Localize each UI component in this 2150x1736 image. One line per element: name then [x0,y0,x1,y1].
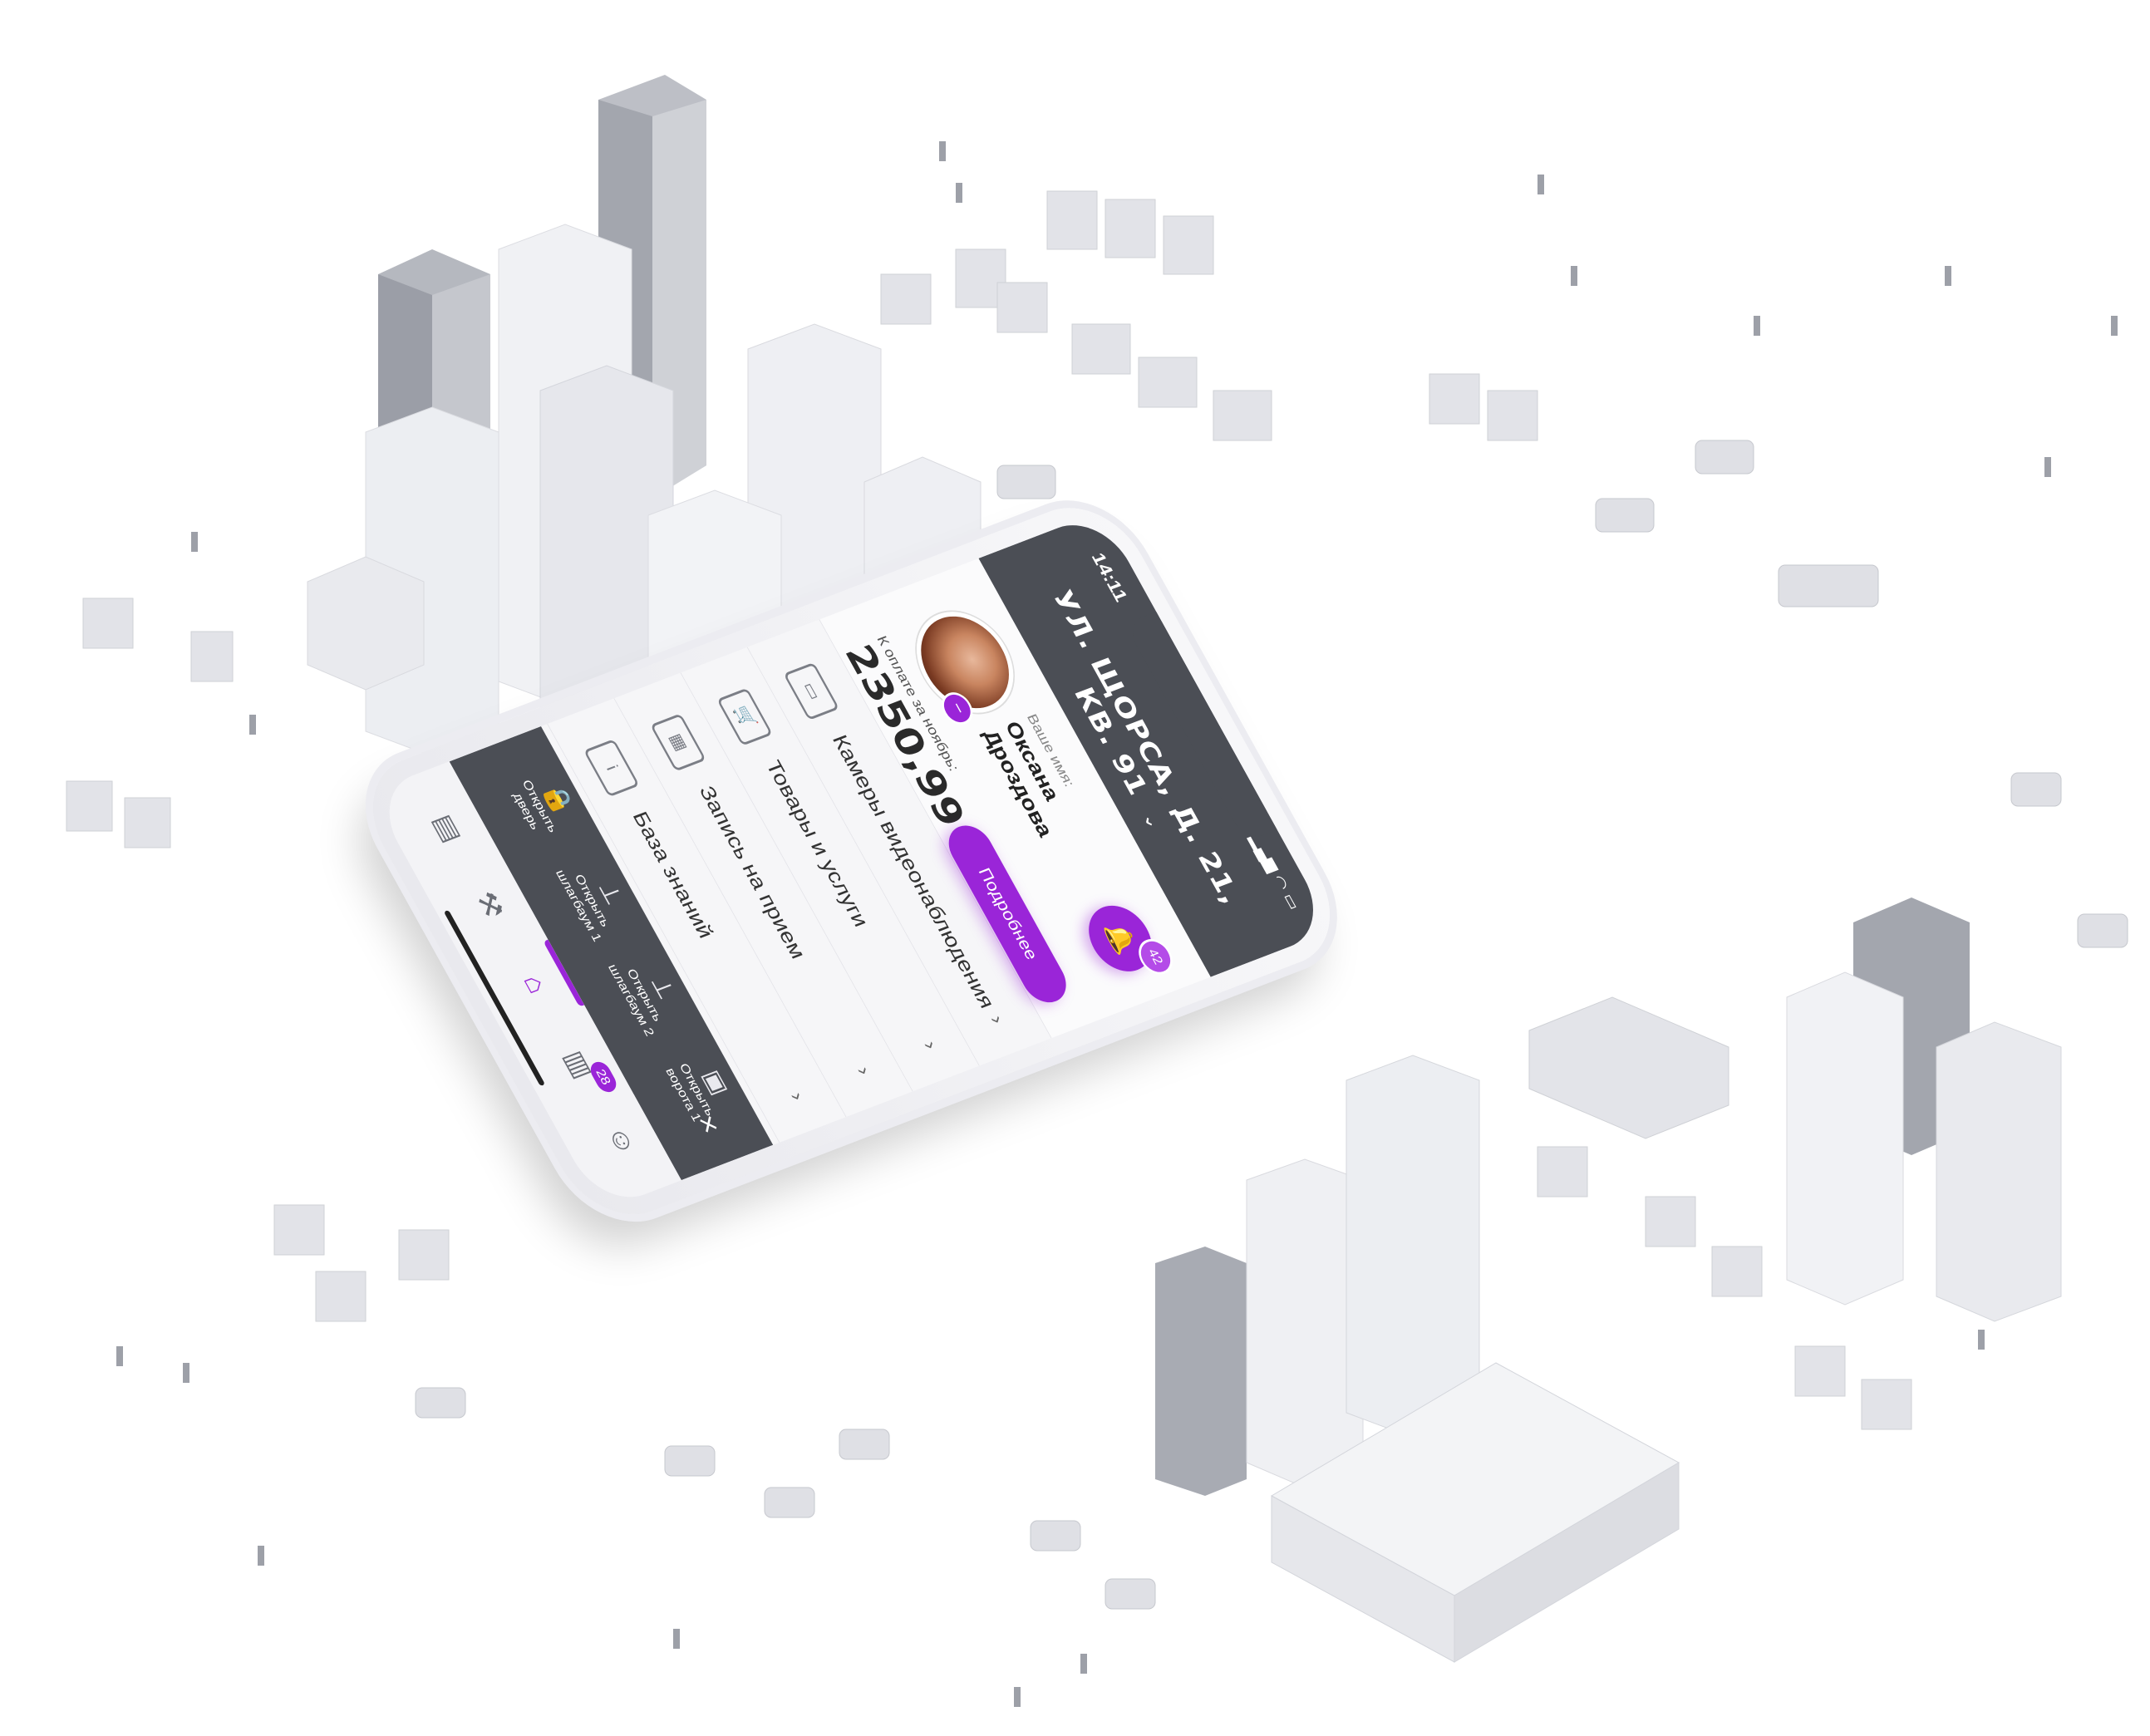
tools-icon: ⚒ [470,887,509,922]
chevron-down-icon: ⌄ [1139,809,1165,833]
info-icon: i [583,739,640,798]
status-time: 14:11 [1087,549,1133,605]
camera-icon: ▭ [783,661,840,720]
chat-icon: ▤ [426,810,468,847]
tab-chat[interactable]: ▤ [411,798,475,863]
cart-icon: 🛒 [716,687,773,746]
chevron-right-icon: › [785,1089,809,1104]
tab-tools[interactable]: ⚒ [453,874,518,939]
status-icons: ▂▄▆ ◠ ▭ [1247,832,1304,912]
chevron-right-icon: › [919,1038,942,1053]
tab-home[interactable]: ⌂ [497,954,562,1019]
chevron-right-icon: › [986,1012,1009,1027]
tower-group-right [1155,898,2062,1496]
tab-support[interactable]: ☺ [583,1110,648,1175]
chevron-right-icon: › [853,1063,876,1078]
support-icon: ☺ [601,1121,642,1160]
home-icon: ⌂ [517,971,553,998]
calendar-icon: ▦ [650,713,706,772]
